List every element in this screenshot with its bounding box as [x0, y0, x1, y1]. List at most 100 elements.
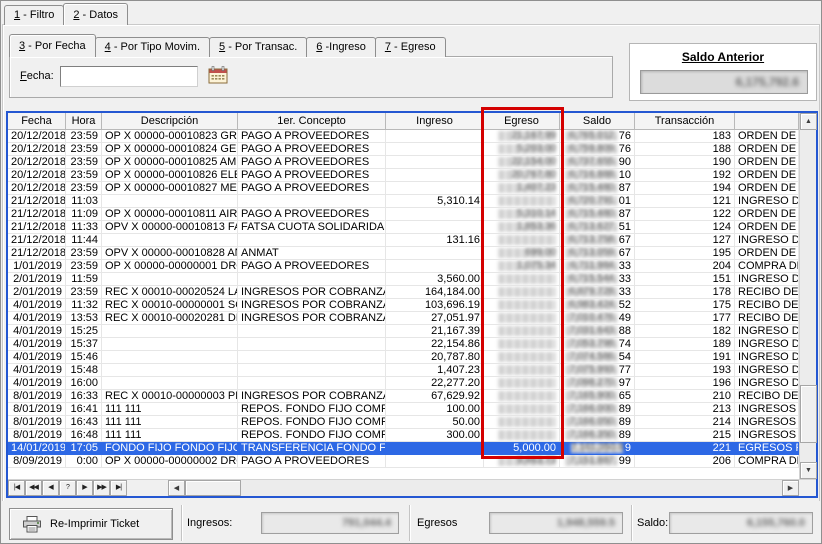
table-row[interactable]: 4/01/201915:3722,154.867,053,798.74189IN… — [8, 338, 799, 351]
redacted-egreso: 20,767.80 — [498, 170, 556, 180]
column-header-tipo[interactable] — [735, 113, 799, 130]
saldo-tail: 87 — [617, 182, 631, 194]
redacted-saldo: 6,715,544. — [565, 274, 617, 284]
table-row[interactable]: 8/01/201916:48111 111REPOS. FONDO FIJO C… — [8, 429, 799, 442]
cell-descripcion — [102, 273, 238, 286]
tab-por-fecha[interactable]: 3 - Por Fecha — [9, 34, 96, 57]
tab-datos[interactable]: 2 - Datos — [63, 3, 128, 25]
table-row[interactable]: 8/01/201916:33REC X 00010-00000003 PHARI… — [8, 390, 799, 403]
cell-egreso: 9,463.73 — [484, 455, 560, 468]
column-header-egreso[interactable]: Egreso — [484, 113, 560, 130]
table-row[interactable]: 21/12/201811:09OP X 00000-00010811 AIR L… — [8, 208, 799, 221]
vertical-scrollbar[interactable]: ▲ ▼ — [799, 113, 816, 479]
calendar-button[interactable] — [206, 65, 230, 87]
table-row[interactable]: 21/12/201811:44131.166,713,758.67127INGR… — [8, 234, 799, 247]
cell-tipo: ORDEN DE PAG — [735, 221, 799, 234]
vertical-scroll-thumb[interactable] — [800, 385, 817, 443]
nav-last-button[interactable]: ▶| — [110, 480, 127, 496]
table-row[interactable]: 8/01/201916:43111 111REPOS. FONDO FIJO C… — [8, 416, 799, 429]
horizontal-scroll-thumb[interactable] — [185, 480, 241, 496]
redacted-saldo: 6,711,984. — [565, 261, 617, 271]
cell-tipo: COMPRA DE CO — [735, 260, 799, 273]
redacted-egreso — [498, 365, 556, 375]
table-row[interactable]: 20/12/201823:59OP X 00000-00010823 GRUPP… — [8, 130, 799, 143]
cell-hora: 16:43 — [66, 416, 102, 429]
column-header-saldo[interactable]: Saldo — [560, 113, 635, 130]
nav-prev-button[interactable]: ◀ — [42, 480, 59, 496]
redacted-egreso: 9,463.73 — [498, 456, 556, 466]
redacted-saldo: 7,165,900. — [565, 391, 617, 401]
nav-fast-prev-button[interactable]: ◀◀ — [25, 480, 42, 496]
column-header-transaccion[interactable]: Transacción — [635, 113, 735, 130]
saldo-tail: 49 — [617, 312, 631, 324]
table-row[interactable]: 21/12/201811:035,310.146,720,791.01121IN… — [8, 195, 799, 208]
table-row[interactable]: 21/12/201823:59OPV X 00000-00010828 ANMA… — [8, 247, 799, 260]
cell-concepto: PAGO A PROVEEDORES — [238, 130, 386, 143]
cell-egreso: 20,767.80 — [484, 169, 560, 182]
table-row[interactable]: 20/12/201823:59OP X 00000-00010827 MEDIC… — [8, 182, 799, 195]
scroll-right-icon[interactable]: ▶ — [782, 480, 799, 496]
fecha-input[interactable] — [60, 66, 198, 87]
footer-divider — [631, 505, 633, 541]
table-row[interactable]: 4/01/201915:4620,787.807,074,586.54191IN… — [8, 351, 799, 364]
cell-descripcion: 111 111 — [102, 429, 238, 442]
table-row[interactable]: 20/12/201823:59OP X 00000-00010825 AMDMP… — [8, 156, 799, 169]
saldo-tail: 01 — [617, 195, 631, 207]
cell-descripcion: REC X 00010-00000003 PHAR — [102, 390, 238, 403]
table-row[interactable]: 4/01/201915:481,407.237,075,993.77193ING… — [8, 364, 799, 377]
redacted-saldo: 7,074,586. — [565, 352, 617, 362]
column-header-ingreso[interactable]: Ingreso — [386, 113, 484, 130]
cell-transaccion: 124 — [635, 221, 735, 234]
reprint-ticket-button[interactable]: Re-Imprimir Ticket — [9, 508, 173, 540]
cell-transaccion: 191 — [635, 351, 735, 364]
table-row[interactable]: 2/01/201923:59REC X 00010-00020524 LABOI… — [8, 286, 799, 299]
nav-first-button[interactable]: |◀ — [8, 480, 25, 496]
saldo-tail: 52 — [617, 299, 631, 311]
column-header-concepto[interactable]: 1er. Concepto — [238, 113, 386, 130]
cell-transaccion: 194 — [635, 182, 735, 195]
cell-descripcion — [102, 234, 238, 247]
cell-hora: 15:48 — [66, 364, 102, 377]
cell-egreso: 5,203.00 — [484, 143, 560, 156]
table-row[interactable]: 2/01/201911:593,560.006,715,544.33151ING… — [8, 273, 799, 286]
nav-help-button[interactable]: ? — [59, 480, 76, 496]
nav-next-button[interactable]: ▶ — [76, 480, 93, 496]
table-row[interactable]: 8/01/201916:41111 111REPOS. FONDO FIJO C… — [8, 403, 799, 416]
redacted-egreso: 5,310.14 — [498, 209, 556, 219]
cell-hora: 23:59 — [66, 169, 102, 182]
table-row[interactable]: 21/12/201811:33OPV X 00000-00010813 FATS… — [8, 221, 799, 234]
scroll-left-icon[interactable]: ◀ — [168, 480, 185, 496]
table-row[interactable]: 4/01/201911:32REC X 00010-00000001 SQUEI… — [8, 299, 799, 312]
table-row[interactable]: 20/12/201823:59OP X 00000-00010824 GERIC… — [8, 143, 799, 156]
column-header-fecha[interactable]: Fecha — [8, 113, 66, 130]
nav-fast-next-button[interactable]: ▶▶ — [93, 480, 110, 496]
redacted-saldo: 6,765,012. — [565, 131, 617, 141]
table-row[interactable]: 1/01/201923:59OP X 00000-00000001 DROGPA… — [8, 260, 799, 273]
horizontal-scrollbar[interactable]: ◀ ▶ — [168, 480, 799, 496]
cell-transaccion: 178 — [635, 286, 735, 299]
table-row[interactable]: 20/12/201823:59OP X 00000-00010826 ELECT… — [8, 169, 799, 182]
column-header-descripcion[interactable]: Descripción — [102, 113, 238, 130]
redacted-egreso — [498, 339, 556, 349]
cell-ingreso: 50.00 — [386, 416, 484, 429]
table-row[interactable]: 14/01/201917:05FONDO FIJO FONDO FIJOTRAN… — [8, 442, 799, 455]
tab-filtro[interactable]: 1 - Filtro — [4, 5, 64, 25]
cell-concepto: INGRESOS POR COBRANZAS — [238, 286, 386, 299]
redacted-saldo: 7,031,643. — [565, 326, 617, 336]
table-row[interactable]: 4/01/201913:53REC X 00010-00020281 DROGI… — [8, 312, 799, 325]
scroll-down-icon[interactable]: ▼ — [800, 462, 817, 479]
cell-concepto: PAGO A PROVEEDORES — [238, 169, 386, 182]
table-row[interactable]: 4/01/201916:0022,277.207,098,270.97196IN… — [8, 377, 799, 390]
scroll-up-icon[interactable]: ▲ — [800, 113, 817, 130]
tab-ingreso[interactable]: 6 -Ingreso — [306, 37, 376, 57]
table-row[interactable]: 4/01/201915:2521,167.397,031,643.88182IN… — [8, 325, 799, 338]
cell-transaccion: 221 — [635, 442, 735, 455]
tab-por-tipo-movim[interactable]: 4 - Por Tipo Movim. — [95, 37, 210, 57]
saldo-value: 6,155,760.0 — [669, 512, 813, 534]
tab-por-transac[interactable]: 5 - Por Transac. — [209, 37, 307, 57]
column-header-hora[interactable]: Hora — [66, 113, 102, 130]
redacted-saldo: 6,879,728. — [565, 287, 617, 297]
cell-transaccion: 210 — [635, 390, 735, 403]
tab-egreso[interactable]: 7 - Egreso — [375, 37, 446, 57]
table-row[interactable]: 8/09/20190:00OP X 00000-00000002 DROGPAG… — [8, 455, 799, 468]
